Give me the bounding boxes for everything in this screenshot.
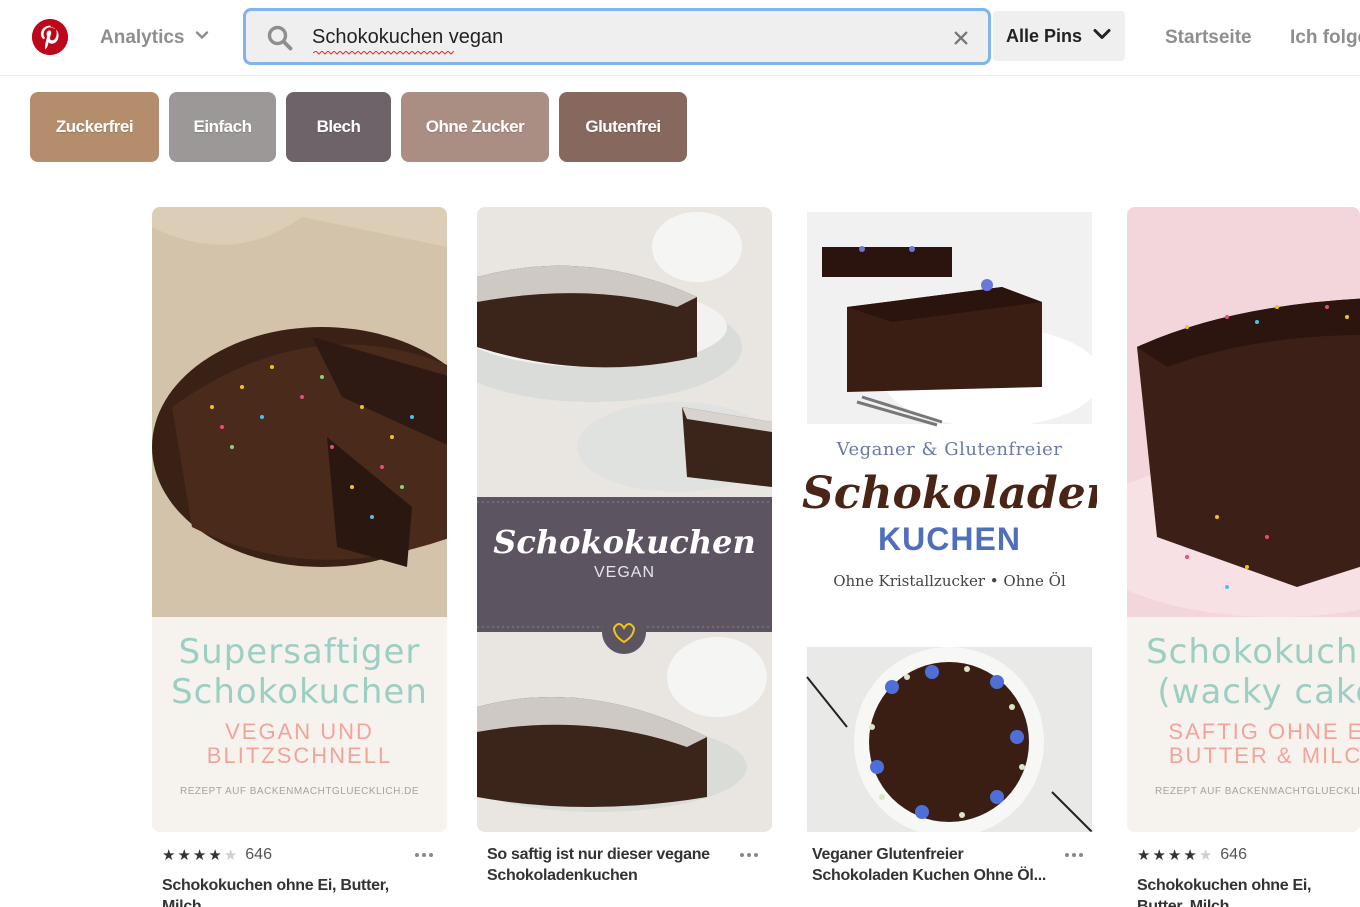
star-icon: ★	[162, 847, 176, 864]
chip-zuckerfrei[interactable]: Zuckerfrei	[30, 92, 159, 162]
pin-title[interactable]: Veganer Glutenfreier Schokoladen Kuchen …	[812, 844, 1062, 886]
chevron-down-icon	[1092, 24, 1112, 49]
guided-search-chips: Zuckerfrei Einfach Blech Ohne Zucker Glu…	[30, 92, 687, 162]
chevron-down-icon	[194, 27, 210, 49]
analytics-label: Analytics	[100, 27, 185, 48]
star-icon: ★	[1152, 847, 1166, 864]
more-options-icon[interactable]	[1065, 851, 1085, 859]
star-icon: ★	[177, 847, 191, 864]
pin-title[interactable]: Schokokuchen ohne Ei, Butter, Milch	[162, 875, 412, 907]
more-options-icon[interactable]	[415, 851, 435, 859]
search-box	[243, 8, 991, 65]
pin-overlay-text: Schokokuchen (wacky cake) SAFTIG OHNE EI…	[1146, 632, 1360, 797]
star-empty-icon: ★	[1198, 847, 1213, 864]
pin-image[interactable]: Veganer & Glutenfreier Schokoladen KUCHE…	[802, 207, 1097, 832]
star-icon: ★	[192, 847, 207, 864]
rating-count: 646	[1220, 846, 1247, 863]
search-icon	[266, 24, 294, 52]
search-scope-label: Alle Pins	[1005, 25, 1083, 46]
nav-following-link[interactable]: Ich folge	[1290, 24, 1360, 52]
rating-stars: ★ ★ ★ ★ ★	[162, 846, 237, 864]
star-icon: ★	[1137, 847, 1151, 864]
chip-einfach[interactable]: Einfach	[169, 92, 276, 162]
spellcheck-underline	[313, 51, 455, 55]
pin-image[interactable]: Supersaftiger Schokokuchen VEGAN UND BLI…	[152, 207, 447, 832]
chip-glutenfrei[interactable]: Glutenfrei	[559, 92, 687, 162]
rating-stars: ★ ★ ★ ★ ★	[1137, 846, 1212, 864]
more-options-icon[interactable]	[740, 851, 760, 859]
clear-search-icon[interactable]	[950, 27, 972, 49]
pin-overlay-text: Schokokuchen VEGAN	[493, 523, 756, 581]
search-input[interactable]	[312, 21, 912, 53]
nav-home-link[interactable]: Startseite	[1165, 24, 1252, 52]
pin-image[interactable]: Schokokuchen (wacky cake) SAFTIG OHNE EI…	[1127, 207, 1360, 832]
pin-rating-row: ★ ★ ★ ★ ★ 646	[1137, 844, 1360, 866]
pin-title[interactable]: So saftig ist nur dieser vegane Schokola…	[487, 844, 737, 886]
search-scope-dropdown[interactable]: Alle Pins	[993, 11, 1125, 61]
pin-overlay-text: Supersaftiger Schokokuchen VEGAN UND BLI…	[171, 632, 428, 797]
pin-image[interactable]: Schokokuchen VEGAN	[477, 207, 772, 832]
star-empty-icon: ★	[223, 847, 238, 864]
star-icon: ★	[1167, 847, 1182, 864]
chip-ohne-zucker[interactable]: Ohne Zucker	[401, 92, 549, 162]
half-star-icon: ★	[1183, 847, 1197, 864]
pin-overlay-text: Veganer & Glutenfreier Schokoladen KUCHE…	[802, 439, 1097, 590]
top-header: Analytics Alle Pins Startseite Ich folge	[0, 0, 1360, 76]
pinterest-logo-icon[interactable]	[32, 19, 68, 55]
rating-count: 646	[245, 846, 272, 863]
half-star-icon: ★	[208, 847, 222, 864]
pin-rating-row: ★ ★ ★ ★ ★ 646	[162, 844, 447, 866]
chip-blech[interactable]: Blech	[286, 92, 391, 162]
analytics-menu[interactable]: Analytics	[100, 24, 210, 52]
pin-title[interactable]: Schokokuchen ohne Ei, Butter, Milch	[1137, 875, 1360, 907]
